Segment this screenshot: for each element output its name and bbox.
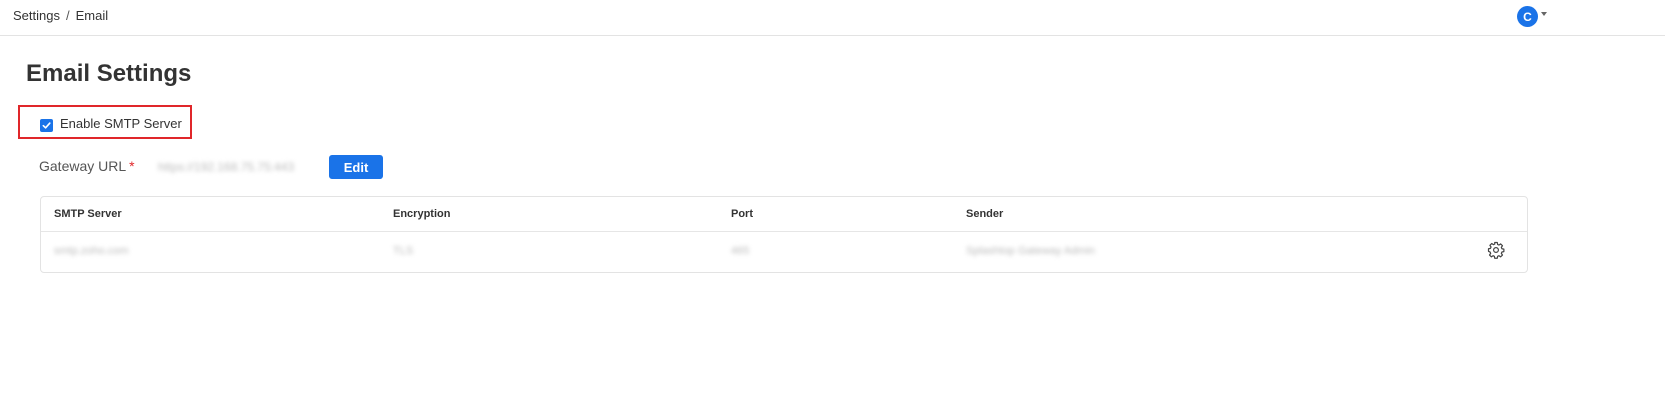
page-title: Email Settings (26, 60, 192, 87)
breadcrumb-separator: / (65, 8, 70, 23)
smtp-table: SMTP Server Encryption Port Sender smtp.… (40, 196, 1528, 273)
breadcrumb: Settings / Email (13, 8, 108, 23)
breadcrumb-email: Email (75, 8, 109, 23)
enable-smtp-highlight: Enable SMTP Server (18, 105, 192, 139)
cell-smtp-server: smtp.zoho.com (54, 245, 129, 257)
gateway-url-label: Gateway URL * (39, 158, 135, 174)
header-smtp-server: SMTP Server (54, 208, 122, 220)
header-port: Port (731, 208, 753, 220)
enable-smtp-label[interactable]: Enable SMTP Server (60, 116, 182, 131)
caret-down-icon[interactable] (1541, 12, 1547, 16)
breadcrumb-settings[interactable]: Settings (13, 8, 60, 23)
gateway-url-value: https://192.168.75.75:443 (158, 160, 295, 174)
header-encryption: Encryption (393, 208, 451, 220)
avatar[interactable]: C (1517, 6, 1538, 27)
required-mark: * (129, 158, 135, 174)
cell-port: 465 (731, 245, 750, 257)
enable-smtp-checkbox[interactable] (40, 119, 53, 132)
cell-encryption: TLS (393, 245, 414, 257)
cell-sender: Splashtop Gateway Admin (966, 245, 1096, 257)
gateway-url-label-text: Gateway URL (39, 158, 127, 174)
top-bar: Settings / Email C (0, 0, 1665, 36)
checkmark-icon (42, 122, 51, 129)
header-sender: Sender (966, 208, 1004, 220)
edit-button[interactable]: Edit (329, 155, 383, 179)
gear-icon[interactable] (1487, 241, 1505, 259)
table-header: SMTP Server Encryption Port Sender (41, 197, 1527, 232)
